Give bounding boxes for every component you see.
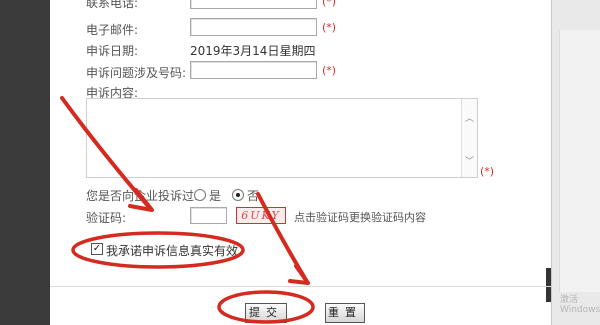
scroll-up-icon[interactable]: ︿	[465, 111, 474, 124]
submit-button[interactable]: 提交	[245, 303, 287, 323]
form-bottom-divider	[50, 286, 552, 287]
scroll-indicator	[546, 268, 551, 302]
email-required-mark: (*)	[322, 21, 337, 34]
email-label: 电子邮件:	[86, 23, 139, 37]
watermark-text: 激活 Windows	[560, 295, 600, 315]
arrow-head-submit	[288, 264, 310, 285]
right-inner-panel	[559, 30, 600, 292]
captcha-input[interactable]	[190, 207, 227, 224]
phone-input[interactable]	[190, 0, 317, 9]
reset-button[interactable]: 重置	[325, 303, 365, 323]
promise-checkbox[interactable]: ✓	[91, 243, 103, 255]
scroll-down-icon[interactable]: ﹀	[465, 154, 474, 167]
order-number-label: 申诉问题涉及号码:	[86, 66, 187, 80]
complained-label: 您是否向企业投诉过:	[86, 189, 199, 203]
left-dark-panel	[0, 0, 50, 325]
order-number-input[interactable]	[190, 61, 317, 79]
phone-required-mark: (*)	[322, 0, 337, 8]
radio-no-label: 否	[247, 189, 260, 203]
phone-label: 联系电话:	[86, 0, 139, 10]
captcha-hint: 点击验证码更换验证码内容	[294, 211, 426, 224]
date-value: 2019年3月14日星期四	[190, 44, 316, 58]
date-label: 申诉日期:	[86, 44, 139, 58]
radio-yes-label: 是	[209, 189, 222, 203]
order-required-mark: (*)	[322, 64, 337, 77]
radio-yes[interactable]	[194, 189, 206, 201]
textarea-scrollbar[interactable]: ︿ ﹀	[461, 99, 477, 177]
promise-label: 我承诺申诉信息真实有效	[106, 244, 239, 258]
captcha-label: 验证码:	[86, 211, 127, 225]
email-input[interactable]	[190, 18, 317, 36]
captcha-image[interactable]: 6UKY	[236, 207, 286, 224]
content-textarea[interactable]: ︿ ﹀	[86, 98, 478, 178]
radio-no[interactable]	[232, 189, 244, 201]
content-required-mark: (*)	[480, 165, 495, 178]
